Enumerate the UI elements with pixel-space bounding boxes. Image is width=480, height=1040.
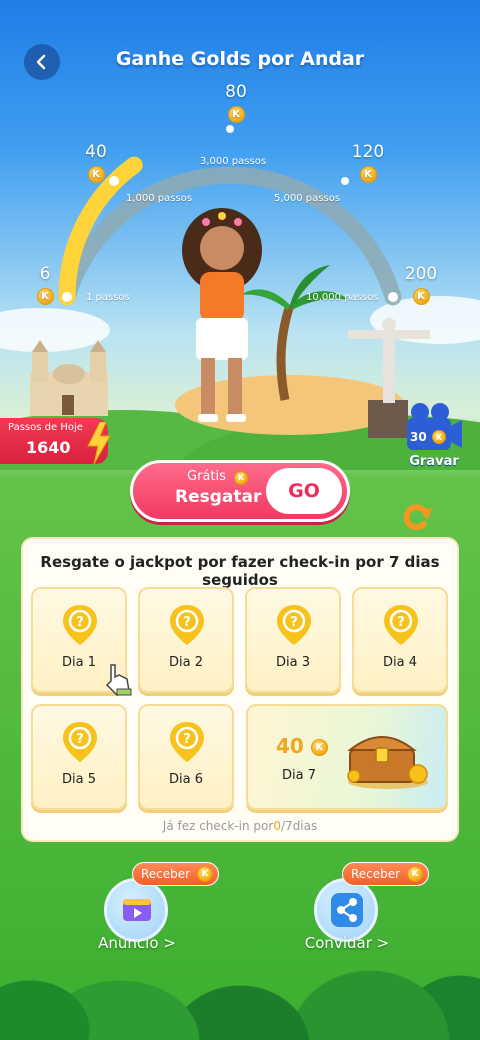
lightning-icon	[87, 422, 111, 464]
share-icon	[331, 893, 363, 927]
checkin-day-label: Dia 6	[169, 772, 203, 787]
ad-circle	[104, 878, 168, 942]
gold-coin-icon: K	[227, 106, 245, 123]
checkin-day-2[interactable]: ? Dia 2	[138, 587, 234, 693]
checkin-day-6[interactable]: ? Dia 6	[138, 704, 234, 810]
checkin-day-7[interactable]: 40 K Dia 7	[246, 704, 448, 810]
video-ad-icon	[123, 899, 151, 921]
gold-coin-icon: K	[412, 288, 430, 305]
page-title: Ganhe Golds por Andar	[115, 48, 365, 70]
gold-coin-icon: K	[234, 470, 249, 485]
milestone-reward-4: 120 K	[343, 142, 393, 183]
checkin-day-label: Dia 7	[282, 768, 316, 783]
milestone-dot-3	[226, 125, 234, 133]
checkin-day-4[interactable]: ? Dia 4	[352, 587, 448, 693]
invite-reward-action[interactable]: Receber K Convidar >	[292, 862, 430, 962]
svg-text:?: ?	[183, 615, 191, 630]
svg-text:?: ?	[76, 732, 84, 747]
checkin-day-1[interactable]: ? Dia 1	[31, 587, 132, 696]
milestone-steps-5: 10,000 passos	[306, 292, 379, 303]
claim-main-label: Resgatar	[175, 487, 262, 507]
checkin-day-3[interactable]: ? Dia 3	[245, 587, 341, 693]
checkin-day-label: Dia 5	[62, 772, 96, 787]
checkin-title: Resgate o jackpot por fazer check-in por…	[40, 553, 440, 589]
milestone-steps-2: 1,000 passos	[126, 193, 193, 204]
today-steps-value: 1640	[26, 438, 71, 457]
checkin-day-label: Dia 2	[169, 655, 203, 670]
record-label: Gravar	[409, 454, 459, 469]
svg-text:?: ?	[76, 615, 84, 630]
ad-reward-action[interactable]: Receber K Anúncio >	[82, 862, 220, 962]
jackpot-amount: 40 K	[276, 734, 328, 758]
milestone-steps-4: 5,000 passos	[274, 193, 341, 204]
mystery-coin-icon: ?	[277, 605, 311, 645]
svg-text:?: ?	[397, 615, 405, 630]
invite-circle	[314, 878, 378, 942]
today-steps-label: Passos de Hoje	[8, 422, 83, 433]
checkin-day-label: Dia 3	[276, 655, 310, 670]
gold-coin-icon: K	[432, 430, 446, 444]
ad-action-label: Anúncio >	[98, 934, 176, 952]
milestone-steps-1: 1 passos	[86, 292, 130, 303]
milestone-steps-3: 3,000 passos	[200, 156, 267, 167]
mystery-coin-icon: ?	[63, 605, 97, 645]
gold-coin-icon: K	[197, 866, 214, 882]
foliage-decoration	[0, 880, 480, 1040]
gold-coin-icon: K	[310, 739, 328, 756]
gold-coin-icon: K	[87, 166, 105, 183]
milestone-reward-1: 6K	[20, 264, 70, 305]
record-count: 30	[410, 430, 427, 444]
claim-free-label: Grátis K	[187, 469, 249, 485]
go-button[interactable]: GO	[266, 468, 342, 514]
invite-action-label: Convidar >	[304, 934, 390, 952]
svg-text:?: ?	[290, 615, 298, 630]
gold-coin-icon: K	[36, 288, 54, 305]
church-illustration	[30, 340, 108, 416]
checkin-day-5[interactable]: ? Dia 5	[31, 704, 127, 810]
checkin-day-label: Dia 4	[383, 655, 417, 670]
refresh-icon[interactable]	[400, 500, 434, 534]
gold-coin-icon: K	[407, 866, 424, 882]
video-camera-icon	[407, 403, 462, 450]
mystery-coin-icon: ?	[384, 605, 418, 645]
treasure-chest-icon	[347, 736, 428, 789]
mystery-coin-icon: ?	[63, 722, 97, 762]
today-steps-badge: Passos de Hoje 1640	[0, 418, 111, 464]
claim-button[interactable]: Grátis K Resgatar GO	[130, 460, 350, 522]
checkin-progress: Já fez check-in por0/7dias	[162, 819, 318, 833]
milestone-reward-5: 200 K	[396, 264, 446, 305]
gold-coin-icon: K	[359, 166, 377, 183]
milestone-reward-2: 40 K	[71, 142, 121, 183]
tap-hand-icon	[105, 664, 132, 696]
milestone-reward-3: 80 K	[211, 82, 261, 123]
record-button[interactable]: 30 K Gravar	[404, 402, 464, 472]
mystery-coin-icon: ?	[170, 722, 204, 762]
mystery-coin-icon: ?	[170, 605, 204, 645]
invite-receive-tag: Receber K	[342, 862, 430, 886]
svg-text:?: ?	[183, 732, 191, 747]
ad-receive-tag: Receber K	[132, 862, 220, 886]
checkin-panel: Resgate o jackpot por fazer check-in por…	[21, 537, 459, 842]
